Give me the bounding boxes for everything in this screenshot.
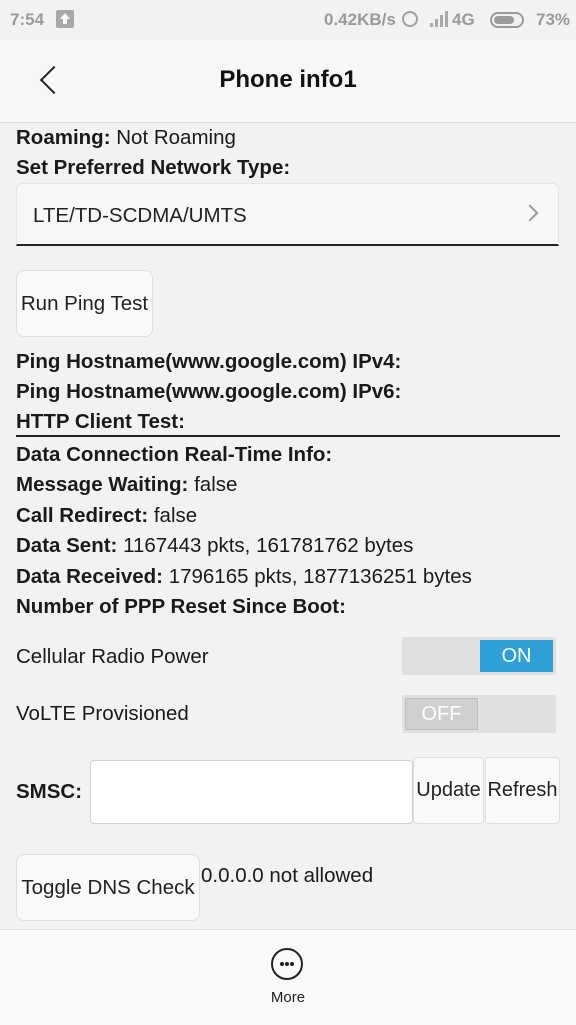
update-button[interactable]: Update [413,757,484,824]
message-waiting-row: Message Waiting: false [16,473,237,497]
smsc-label: SMSC: [16,780,83,803]
cellular-radio-toggle[interactable]: ON [402,637,556,675]
dns-status: 0.0.0.0 not allowed [201,864,374,887]
signal-icon [430,11,450,27]
http-client-test-label: HTTP Client Test: [16,410,185,433]
smsc-input[interactable] [90,760,413,824]
more-label[interactable]: More [0,989,576,1006]
status-bar: 7:54 0.42KB/s 4G 73% [0,0,576,40]
volte-label: VoLTE Provisioned [16,702,189,725]
app-header: Phone info1 [0,40,576,123]
call-redirect-value: false [153,504,198,527]
roaming-value: Not Roaming [116,126,236,149]
realtime-info-label: Data Connection Real-Time Info: [16,443,333,466]
preferred-network-value: LTE/TD-SCDMA/UMTS [33,204,247,227]
toggle-dns-check-button[interactable]: Toggle DNS Check [16,854,200,921]
ppp-reset-label: Number of PPP Reset Since Boot: [16,595,346,618]
network-type: 4G [452,10,475,29]
data-sent-value: 1167443 pkts, 161781762 bytes [123,534,414,557]
message-waiting-value: false [194,473,238,496]
battery-icon [490,12,524,28]
data-received-value: 1796165 pkts, 1877136251 bytes [168,565,472,588]
volte-toggle[interactable]: OFF [402,695,556,733]
data-sent-row: Data Sent: 1167443 pkts, 161781762 bytes [16,534,413,558]
net-speed: 0.42KB/s [324,10,396,29]
message-waiting-label: Message Waiting: [16,473,189,496]
data-received-label: Data Received: [16,565,163,588]
divider [16,435,560,437]
roaming-label: Roaming: [16,126,111,149]
cellular-radio-state: ON [480,640,553,672]
chevron-right-icon [521,204,539,222]
upload-notification-icon [56,10,74,28]
ping-ipv4-label: Ping Hostname(www.google.com) IPv4: [16,350,402,373]
volte-state: OFF [405,698,478,730]
preferred-network-label: Set Preferred Network Type: [16,156,291,179]
ping-ipv6-label: Ping Hostname(www.google.com) IPv6: [16,380,402,403]
page-title: Phone info1 [219,66,357,93]
data-received-row: Data Received: 1796165 pkts, 1877136251 … [16,565,472,589]
roaming-row: Roaming: Not Roaming [16,126,236,150]
cellular-radio-label: Cellular Radio Power [16,645,209,668]
more-icon[interactable] [271,948,303,980]
data-sent-label: Data Sent: [16,534,118,557]
battery-percent: 73% [536,10,571,29]
bottom-action-bar: More [0,929,576,1025]
call-redirect-label: Call Redirect: [16,504,149,527]
refresh-button[interactable]: Refresh [485,757,560,824]
status-time: 7:54 [10,10,45,29]
preferred-network-select[interactable]: LTE/TD-SCDMA/UMTS [16,183,559,246]
call-redirect-row: Call Redirect: false [16,504,197,528]
run-ping-test-button[interactable]: Run Ping Test [16,270,153,337]
alarm-icon [402,11,418,27]
